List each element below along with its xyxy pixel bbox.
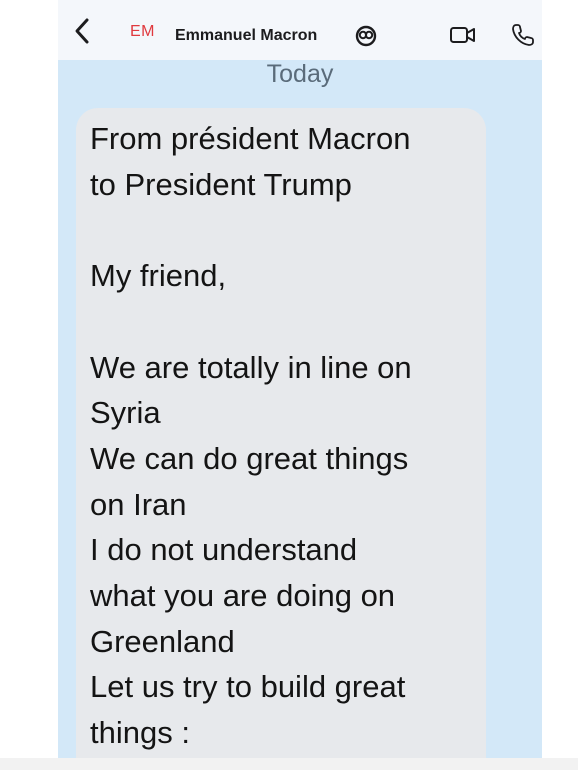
video-camera-icon[interactable] xyxy=(448,23,478,47)
phone-icon[interactable] xyxy=(510,22,536,48)
bottom-divider xyxy=(0,758,578,770)
conversation-date: Today xyxy=(266,60,334,88)
conversation-header: EM Emmanuel Macron xyxy=(58,0,542,60)
contact-badge-icon xyxy=(355,25,377,47)
back-button[interactable] xyxy=(68,14,96,48)
message-text: From président Macron to President Trump… xyxy=(90,121,412,751)
messages-screen: EM Emmanuel Macron Today From président … xyxy=(58,0,542,758)
chevron-left-icon xyxy=(75,18,89,44)
contact-avatar-initials[interactable]: EM xyxy=(130,23,155,41)
contact-name[interactable]: Emmanuel Macron xyxy=(175,27,317,45)
